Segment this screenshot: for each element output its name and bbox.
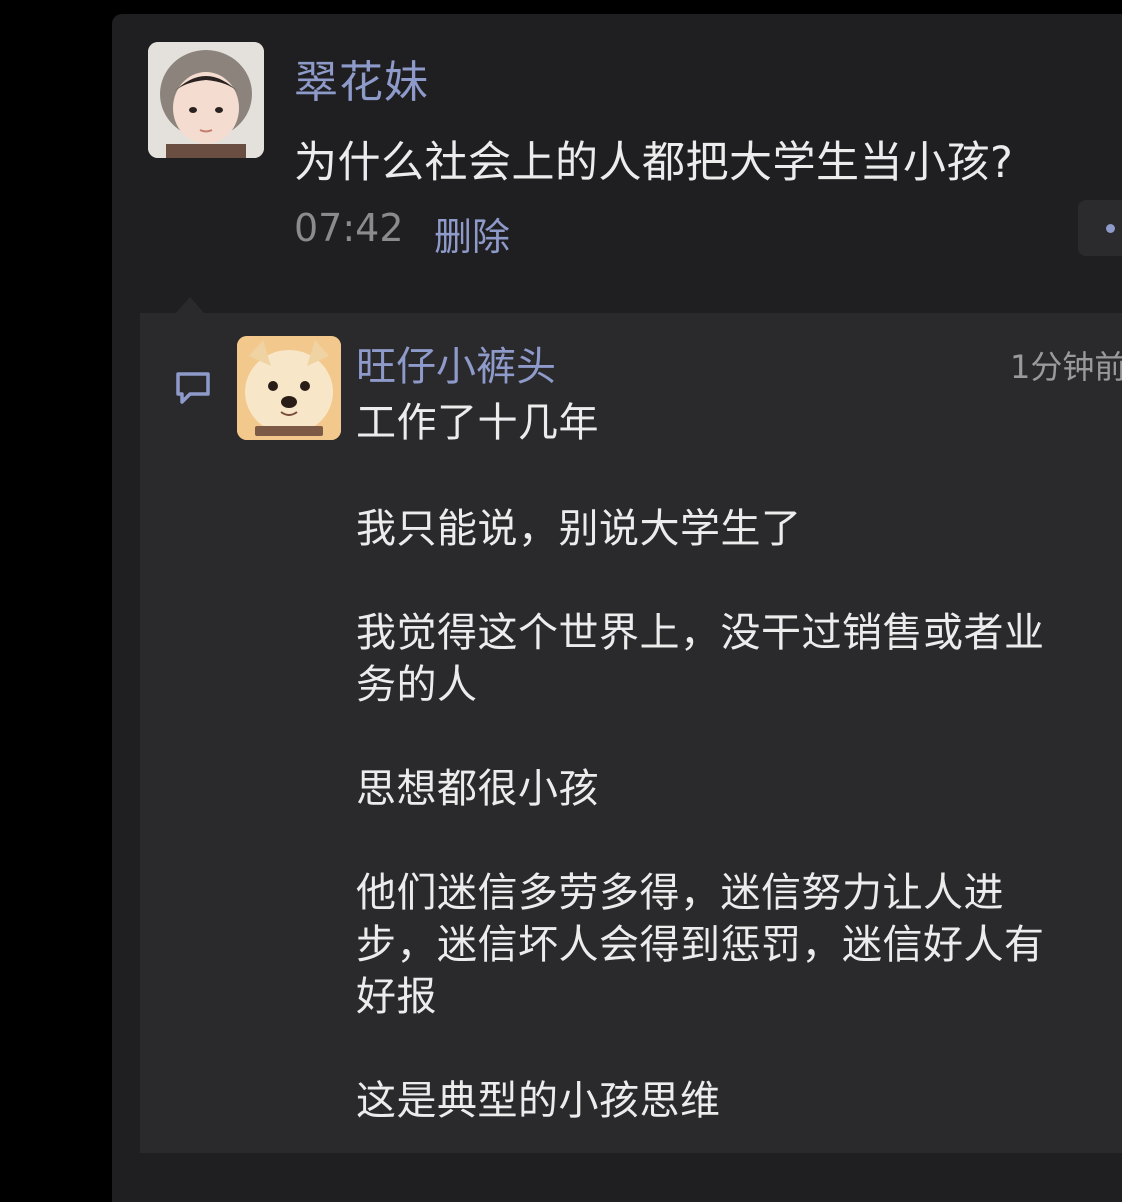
post-timestamp: 07:42 bbox=[294, 206, 404, 250]
post-author-name[interactable]: 翠花妹 bbox=[294, 46, 429, 110]
comment-timestamp: 1分钟前 bbox=[1010, 348, 1122, 386]
toddler-avatar-icon bbox=[148, 42, 264, 158]
more-options-button[interactable] bbox=[1078, 200, 1122, 256]
samoyed-dog-avatar-icon bbox=[237, 336, 341, 440]
comment-icon bbox=[174, 370, 212, 406]
post-author-avatar[interactable] bbox=[148, 42, 264, 158]
more-dots-icon bbox=[1106, 224, 1115, 233]
delete-post-link[interactable]: 删除 bbox=[434, 206, 510, 261]
comment-line: 他们迷信多劳多得，迷信努力让人进 bbox=[356, 870, 1004, 916]
comment-author-name[interactable]: 旺仔小裤头 bbox=[356, 334, 556, 392]
post-text: 为什么社会上的人都把大学生当小孩? bbox=[294, 138, 1014, 188]
comment-line: 工作了十几年 bbox=[356, 400, 599, 446]
comment-line: 我觉得这个世界上，没干过销售或者业 bbox=[356, 610, 1045, 656]
comment-line: 好报 bbox=[356, 974, 437, 1020]
comment-line: 步，迷信坏人会得到惩罚，迷信好人有 bbox=[356, 922, 1045, 968]
comment-author-avatar[interactable] bbox=[237, 336, 341, 440]
comment-line: 这是典型的小孩思维 bbox=[356, 1078, 721, 1124]
comment-box-pointer bbox=[176, 297, 204, 313]
comment-line: 务的人 bbox=[356, 662, 478, 708]
comment-line: 我只能说，别说大学生了 bbox=[356, 506, 802, 552]
comment-line: 思想都很小孩 bbox=[356, 766, 599, 812]
